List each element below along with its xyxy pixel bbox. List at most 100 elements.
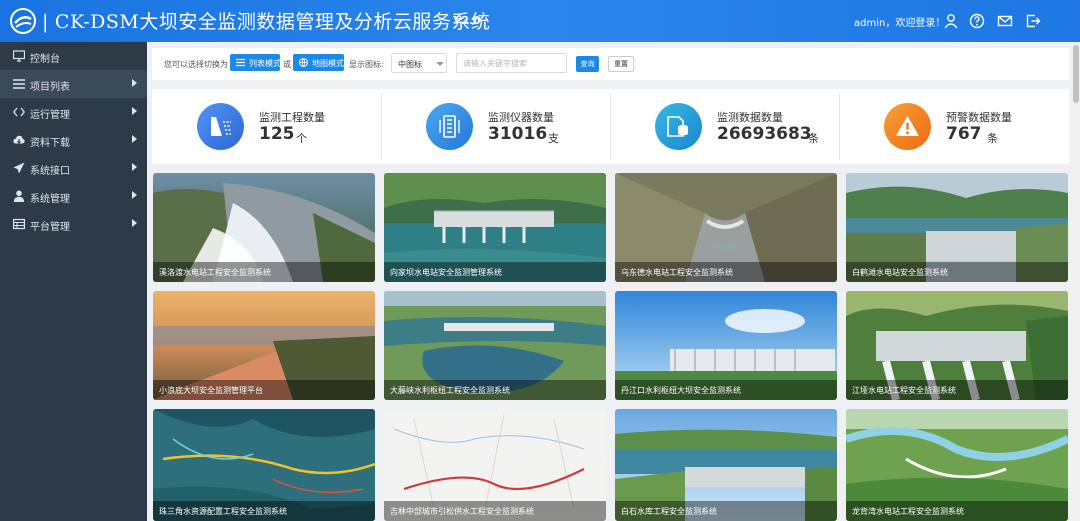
- project-caption: 小浪底大坝安全监测管理平台: [153, 380, 375, 400]
- stat-divider: [610, 93, 611, 160]
- app-header: | CK-DSM大坝安全监测数据管理及分析云服务系统 V2.0 admin，欢迎登…: [0, 0, 1080, 42]
- help-icon[interactable]: [969, 13, 985, 29]
- project-caption: 大藤峡水利枢纽工程安全监测系统: [384, 380, 606, 400]
- project-caption: 乌东德水电站工程安全监测系统: [615, 262, 837, 282]
- map-mode-label: 地图模式: [312, 59, 344, 68]
- scrollbar-thumb[interactable]: [1073, 45, 1079, 103]
- project-card[interactable]: 吉林中部城市引松供水工程安全监测系统: [384, 409, 606, 521]
- project-caption: 珠三角水资源配置工程安全监测系统: [153, 501, 375, 521]
- list-icon: [236, 58, 245, 67]
- sidebar-item-download[interactable]: 资料下载: [0, 126, 147, 154]
- icon-size-select[interactable]: 中图标: [391, 53, 447, 73]
- stat-label: 监测数据数量: [717, 111, 783, 124]
- project-name: 溪洛渡水电站工程安全监测系统: [159, 268, 271, 277]
- project-name: 龙背湾水电站工程安全监测系统: [852, 507, 964, 516]
- sidebar-item-label: 运行管理: [30, 110, 70, 121]
- or-text: 或: [283, 60, 291, 69]
- project-card[interactable]: 江垭水电站工程安全监测系统: [846, 291, 1068, 400]
- stat-label: 监测工程数量: [259, 111, 325, 124]
- filter-bar: 您可以选择切换为 列表模式 或 地图模式 显示图标: 中图标 查询 重置: [152, 48, 1069, 80]
- project-caption: 吉林中部城市引松供水工程安全监测系统: [384, 501, 606, 521]
- stat-divider: [839, 93, 840, 160]
- stat-unit: 支: [548, 132, 559, 145]
- switch-prompt: 您可以选择切换为: [164, 60, 228, 69]
- project-caption: 向家坝水电站安全监测管理系统: [384, 262, 606, 282]
- sidebar-item-project-list[interactable]: 项目列表: [0, 70, 147, 98]
- user-icon: [13, 190, 25, 202]
- project-card[interactable]: 丹江口水利枢纽大坝安全监测系统: [615, 291, 837, 400]
- sidebar-item-platform[interactable]: 平台管理: [0, 210, 147, 238]
- sidebar-item-label: 资料下载: [30, 138, 70, 149]
- project-caption: 白鹤滩水电站安全监测系统: [846, 262, 1068, 282]
- project-card[interactable]: 白鹤滩水电站安全监测系统: [846, 173, 1068, 282]
- project-card[interactable]: 珠三角水资源配置工程安全监测系统: [153, 409, 375, 521]
- reset-button[interactable]: 重置: [608, 56, 634, 72]
- project-card[interactable]: 大藤峡水利枢纽工程安全监测系统: [384, 291, 606, 400]
- project-name: 白石水库工程安全监测系统: [621, 507, 717, 516]
- project-card[interactable]: 白石水库工程安全监测系统: [615, 409, 837, 521]
- sidebar-item-console[interactable]: 控制台: [0, 42, 147, 70]
- globe-icon: [299, 58, 308, 67]
- stat-divider: [381, 93, 382, 160]
- stat-icon-circle: [426, 103, 473, 150]
- project-card[interactable]: 龙背湾水电站工程安全监测系统: [846, 409, 1068, 521]
- project-name: 向家坝水电站安全监测管理系统: [390, 268, 502, 277]
- search-input[interactable]: [456, 53, 567, 73]
- stats-panel: 监测工程数量 125 个 监测仪器数量 31016 支 监测数据数量 26693…: [152, 89, 1069, 164]
- stat-value: 767: [946, 124, 982, 144]
- project-card[interactable]: 小浪底大坝安全监测管理平台: [153, 291, 375, 400]
- chevron-right-icon: [132, 219, 137, 227]
- list-mode-label: 列表模式: [249, 59, 281, 68]
- sidebar-item-label: 平台管理: [30, 222, 70, 233]
- list-icon: [13, 79, 25, 89]
- project-name: 白鹤滩水电站安全监测系统: [852, 268, 948, 277]
- sidebar-item-system[interactable]: 系统管理: [0, 182, 147, 210]
- chevron-right-icon: [132, 79, 137, 87]
- sidebar: 控制台 项目列表 运行管理 资料下载 系统接口 系统管理 平台管理: [0, 42, 147, 521]
- project-caption: 龙背湾水电站工程安全监测系统: [846, 501, 1068, 521]
- query-button[interactable]: 查询: [576, 56, 599, 72]
- stat-label: 预警数据数量: [946, 111, 1012, 124]
- sidebar-item-label: 系统管理: [30, 194, 70, 205]
- chevron-right-icon: [132, 191, 137, 199]
- chevron-right-icon: [132, 107, 137, 115]
- sidebar-item-label: 系统接口: [30, 166, 70, 177]
- mail-icon[interactable]: [997, 13, 1013, 29]
- user-greeting: admin，欢迎登录！: [854, 18, 946, 29]
- stat-icon-circle: [884, 103, 931, 150]
- map-mode-button[interactable]: 地图模式: [293, 54, 344, 71]
- logout-icon[interactable]: [1025, 13, 1041, 29]
- sidebar-item-interface[interactable]: 系统接口: [0, 154, 147, 182]
- project-card[interactable]: 向家坝水电站安全监测管理系统: [384, 173, 606, 282]
- stat-value: 31016: [488, 124, 548, 144]
- cloud-download-icon: [13, 135, 25, 144]
- sidebar-item-label: 项目列表: [30, 82, 70, 93]
- stat-data: 监测数据数量 26693683 条: [610, 89, 839, 164]
- project-card[interactable]: 乌东德水电站工程安全监测系统: [615, 173, 837, 282]
- stat-projects: 监测工程数量 125 个: [152, 89, 381, 164]
- dam-icon: [211, 117, 231, 136]
- chevron-right-icon: [132, 163, 137, 171]
- app-version: V2.0: [453, 14, 481, 27]
- user-icon[interactable]: [943, 13, 959, 29]
- stat-unit: 条: [987, 132, 998, 145]
- app-title-text: CK-DSM大坝安全监测数据管理及分析云服务系统: [54, 11, 491, 33]
- icon-size-value: 中图标: [398, 60, 422, 69]
- database-icon: [667, 116, 688, 137]
- app-logo-icon: [10, 8, 36, 34]
- send-icon: [13, 162, 25, 174]
- project-name: 吉林中部城市引松供水工程安全监测系统: [390, 507, 534, 516]
- instrument-icon: [439, 115, 460, 138]
- project-caption: 白石水库工程安全监测系统: [615, 501, 837, 521]
- project-name: 江垭水电站工程安全监测系统: [852, 386, 956, 395]
- page-scrollbar[interactable]: [1072, 42, 1080, 521]
- stat-value: 125: [259, 124, 295, 144]
- stat-unit: 条: [808, 132, 819, 145]
- list-mode-button[interactable]: 列表模式: [230, 54, 281, 71]
- sidebar-item-operation[interactable]: 运行管理: [0, 98, 147, 126]
- project-name: 珠三角水资源配置工程安全监测系统: [159, 507, 287, 516]
- chevron-right-icon: [132, 135, 137, 143]
- project-card[interactable]: 溪洛渡水电站工程安全监测系统: [153, 173, 375, 282]
- project-name: 乌东德水电站工程安全监测系统: [621, 268, 733, 277]
- table-icon: [13, 218, 25, 230]
